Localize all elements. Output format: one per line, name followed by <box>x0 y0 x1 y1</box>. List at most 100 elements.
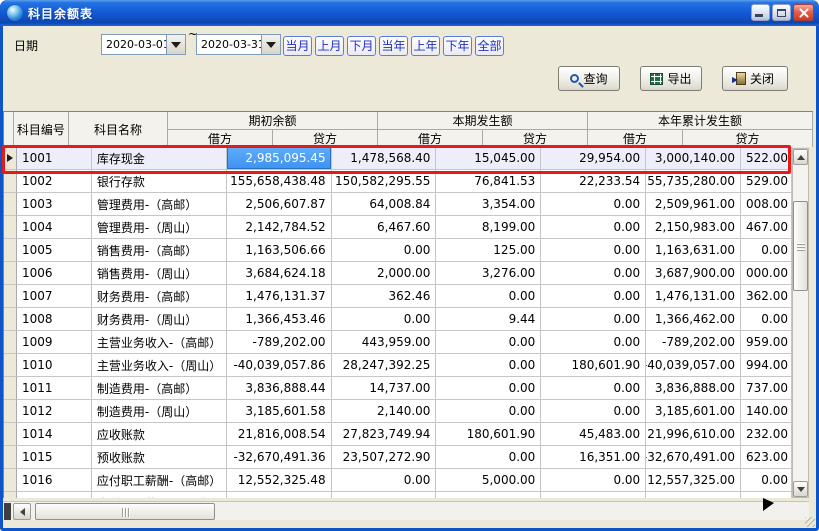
cell-account-code[interactable]: 1015 <box>17 446 92 469</box>
cell-account-code[interactable]: 1005 <box>17 239 92 262</box>
cell-current-debit[interactable]: 3,354.00 <box>436 193 541 216</box>
cell-current-debit[interactable]: 0.00 <box>436 331 541 354</box>
cell-account-code[interactable]: 1012 <box>17 400 92 423</box>
cell-current-credit[interactable]: 29,954.00 <box>541 147 646 170</box>
range-button-current-month[interactable]: 当月 <box>283 36 312 56</box>
cell-ytd-credit[interactable]: 623.00 <box>741 446 792 469</box>
table-row[interactable]: 1008 财务费用-（周山） 1,366,453.46 0.00 9.44 0.… <box>4 308 792 331</box>
cell-ytd-debit[interactable]: 3,836,888.00 <box>646 377 741 400</box>
date-from-dropdown-button[interactable] <box>166 35 185 54</box>
cell-opening-debit[interactable]: 12,552,325.48 <box>227 469 332 492</box>
cell-account-name[interactable]: 主营业务收入-（周山） <box>92 354 227 377</box>
cell-current-debit[interactable]: 0.00 <box>436 377 541 400</box>
cell-current-debit[interactable]: 0.00 <box>436 354 541 377</box>
scroll-down-button[interactable] <box>793 481 808 497</box>
cell-opening-debit[interactable]: 2,506,607.87 <box>227 193 332 216</box>
resize-grip[interactable] <box>805 517 815 527</box>
cell-opening-debit[interactable]: 1,163,506.66 <box>227 239 332 262</box>
cell-current-debit[interactable]: 3,276.00 <box>436 262 541 285</box>
cell-current-debit[interactable]: 0.00 <box>436 446 541 469</box>
cell-account-code[interactable]: 1004 <box>17 216 92 239</box>
table-row[interactable]: 1002 银行存款 155,658,438.48 150,582,295.55 … <box>4 170 792 193</box>
cell-ytd-credit[interactable]: 0.00 <box>741 308 792 331</box>
scroll-up-button[interactable] <box>793 149 808 165</box>
cell-opening-credit[interactable]: 28,247,392.25 <box>332 354 437 377</box>
cell-opening-credit[interactable]: 362.46 <box>332 285 437 308</box>
cell-opening-debit[interactable]: 12,733,361.48 <box>227 492 332 498</box>
cell-current-credit[interactable]: 45,483.00 <box>541 423 646 446</box>
cell-opening-credit[interactable]: 0.00 <box>332 308 437 331</box>
cell-opening-debit[interactable]: 2,142,784.52 <box>227 216 332 239</box>
cell-ytd-debit[interactable]: 155,735,280.00 <box>646 170 741 193</box>
cell-ytd-credit[interactable]: 994.00 <box>741 354 792 377</box>
cell-ytd-credit[interactable]: 522.00 <box>741 147 792 170</box>
cell-current-credit[interactable]: 0.00 <box>541 216 646 239</box>
cell-opening-debit[interactable]: 3,836,888.44 <box>227 377 332 400</box>
cell-opening-debit[interactable]: -32,670,491.36 <box>227 446 332 469</box>
cell-account-name[interactable]: 应付职工薪酬-（高邮） <box>92 469 227 492</box>
table-row[interactable]: 1017 应付职工薪酬-（周山） 12,733,361.48 13,832.46… <box>4 492 792 498</box>
export-button[interactable]: 导出 <box>640 66 702 91</box>
cell-account-name[interactable]: 财务费用-（周山） <box>92 308 227 331</box>
cell-current-debit[interactable]: 0.00 <box>436 285 541 308</box>
cell-opening-credit[interactable]: 0.00 <box>332 469 437 492</box>
cell-opening-credit[interactable]: 13,832.46 <box>332 492 437 498</box>
cell-account-code[interactable]: 1002 <box>17 170 92 193</box>
cell-ytd-credit[interactable]: 000.00 <box>741 262 792 285</box>
cell-ytd-debit[interactable]: 1,163,631.00 <box>646 239 741 262</box>
cell-ytd-debit[interactable]: -32,670,491.00 <box>646 446 741 469</box>
cell-account-name[interactable]: 销售费用-（周山） <box>92 262 227 285</box>
table-row[interactable]: 1015 预收账款 -32,670,491.36 23,507,272.90 0… <box>4 446 792 469</box>
table-row[interactable]: 1004 管理费用-（周山） 2,142,784.52 6,467.60 8,1… <box>4 216 792 239</box>
cell-account-code[interactable]: 1001 <box>17 147 92 170</box>
table-row[interactable]: 1006 销售费用-（周山） 3,684,624.18 2,000.00 3,2… <box>4 262 792 285</box>
cell-ytd-debit[interactable]: 3,000,140.00 <box>646 147 741 170</box>
scroll-left-button[interactable] <box>13 503 31 520</box>
cell-account-name[interactable]: 预收账款 <box>92 446 227 469</box>
cell-account-name[interactable]: 销售费用-（高邮） <box>92 239 227 262</box>
cell-account-code[interactable]: 1006 <box>17 262 92 285</box>
cell-ytd-credit[interactable]: 232.00 <box>741 423 792 446</box>
cell-current-credit[interactable]: 0.00 <box>541 492 646 498</box>
horizontal-scrollbar-thumb[interactable] <box>35 503 215 520</box>
cell-ytd-debit[interactable]: 1,366,462.00 <box>646 308 741 331</box>
table-row[interactable]: 1007 财务费用-（高邮） 1,476,131.37 362.46 0.00 … <box>4 285 792 308</box>
minimize-button[interactable] <box>751 4 770 21</box>
table-row[interactable]: 1016 应付职工薪酬-（高邮） 12,552,325.48 0.00 5,00… <box>4 469 792 492</box>
table-row[interactable]: 1010 主营业务收入-（周山） -40,039,057.86 28,247,3… <box>4 354 792 377</box>
cell-current-debit[interactable]: 9.44 <box>436 308 541 331</box>
cell-current-credit[interactable]: 0.00 <box>541 262 646 285</box>
table-row[interactable]: 1012 制造费用-（周山） 3,185,601.58 2,140.00 0.0… <box>4 400 792 423</box>
cell-account-code[interactable]: 1010 <box>17 354 92 377</box>
range-button-next-year[interactable]: 下年 <box>443 36 472 56</box>
close-button[interactable] <box>793 4 814 21</box>
cell-opening-credit[interactable]: 443,959.00 <box>332 331 437 354</box>
cell-ytd-credit[interactable]: 529.00 <box>741 170 792 193</box>
table-row[interactable]: 1014 应收账款 21,816,008.54 27,823,749.94 18… <box>4 423 792 446</box>
cell-current-debit[interactable]: 0.00 <box>436 400 541 423</box>
cell-opening-credit[interactable]: 23,507,272.90 <box>332 446 437 469</box>
cell-ytd-credit[interactable]: 362.00 <box>741 285 792 308</box>
cell-ytd-debit[interactable]: 21,996,610.00 <box>646 423 741 446</box>
table-row[interactable]: 1003 管理费用-（高邮） 2,506,607.87 64,008.84 3,… <box>4 193 792 216</box>
cell-current-debit[interactable]: 180,601.90 <box>436 423 541 446</box>
range-button-current-year[interactable]: 当年 <box>379 36 408 56</box>
table-row[interactable]: 1011 制造费用-（高邮） 3,836,888.44 14,737.00 0.… <box>4 377 792 400</box>
cell-ytd-debit[interactable]: 2,150,983.00 <box>646 216 741 239</box>
cell-ytd-debit[interactable]: -40,039,057.00 <box>646 354 741 377</box>
range-button-prev-month[interactable]: 上月 <box>315 36 344 56</box>
cell-opening-debit[interactable]: -40,039,057.86 <box>227 354 332 377</box>
cell-ytd-credit[interactable]: 959.00 <box>741 331 792 354</box>
cell-opening-credit[interactable]: 6,467.60 <box>332 216 437 239</box>
cell-ytd-debit[interactable]: 3,185,601.00 <box>646 400 741 423</box>
horizontal-scrollbar[interactable] <box>3 501 809 520</box>
cell-current-credit[interactable]: 0.00 <box>541 193 646 216</box>
cell-opening-debit[interactable]: 155,658,438.48 <box>227 170 332 193</box>
cell-ytd-credit[interactable]: 737.00 <box>741 377 792 400</box>
query-button[interactable]: 查询 <box>558 66 620 91</box>
cell-current-credit[interactable]: 0.00 <box>541 331 646 354</box>
range-button-all[interactable]: 全部 <box>475 36 504 56</box>
cell-account-code[interactable]: 1008 <box>17 308 92 331</box>
cell-current-credit[interactable]: 0.00 <box>541 308 646 331</box>
cell-ytd-credit[interactable]: 008.00 <box>741 193 792 216</box>
